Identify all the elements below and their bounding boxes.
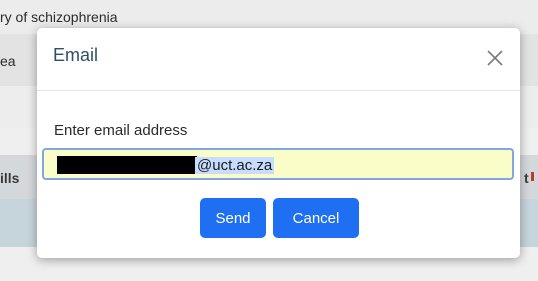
close-button[interactable] (484, 47, 506, 69)
redacted-email-username (57, 156, 197, 174)
background-red-mark (531, 172, 534, 181)
email-field-label: Enter email address (54, 122, 188, 139)
background-header-text-right: t (524, 170, 529, 186)
background-row-text: ea (0, 53, 16, 69)
background-page-title: ry of schizophrenia (0, 9, 118, 25)
background-header-text: ills (0, 170, 20, 186)
email-field-value: @uct.ac.za (195, 157, 275, 174)
send-button[interactable]: Send (200, 198, 266, 238)
modal-header: Email (37, 28, 520, 91)
modal-title: Email (53, 45, 99, 65)
email-modal: Email Enter email address @uct.ac.za Sen… (37, 28, 520, 258)
close-icon (487, 50, 503, 66)
cancel-button[interactable]: Cancel (273, 198, 359, 238)
email-field[interactable]: @uct.ac.za (42, 148, 514, 180)
